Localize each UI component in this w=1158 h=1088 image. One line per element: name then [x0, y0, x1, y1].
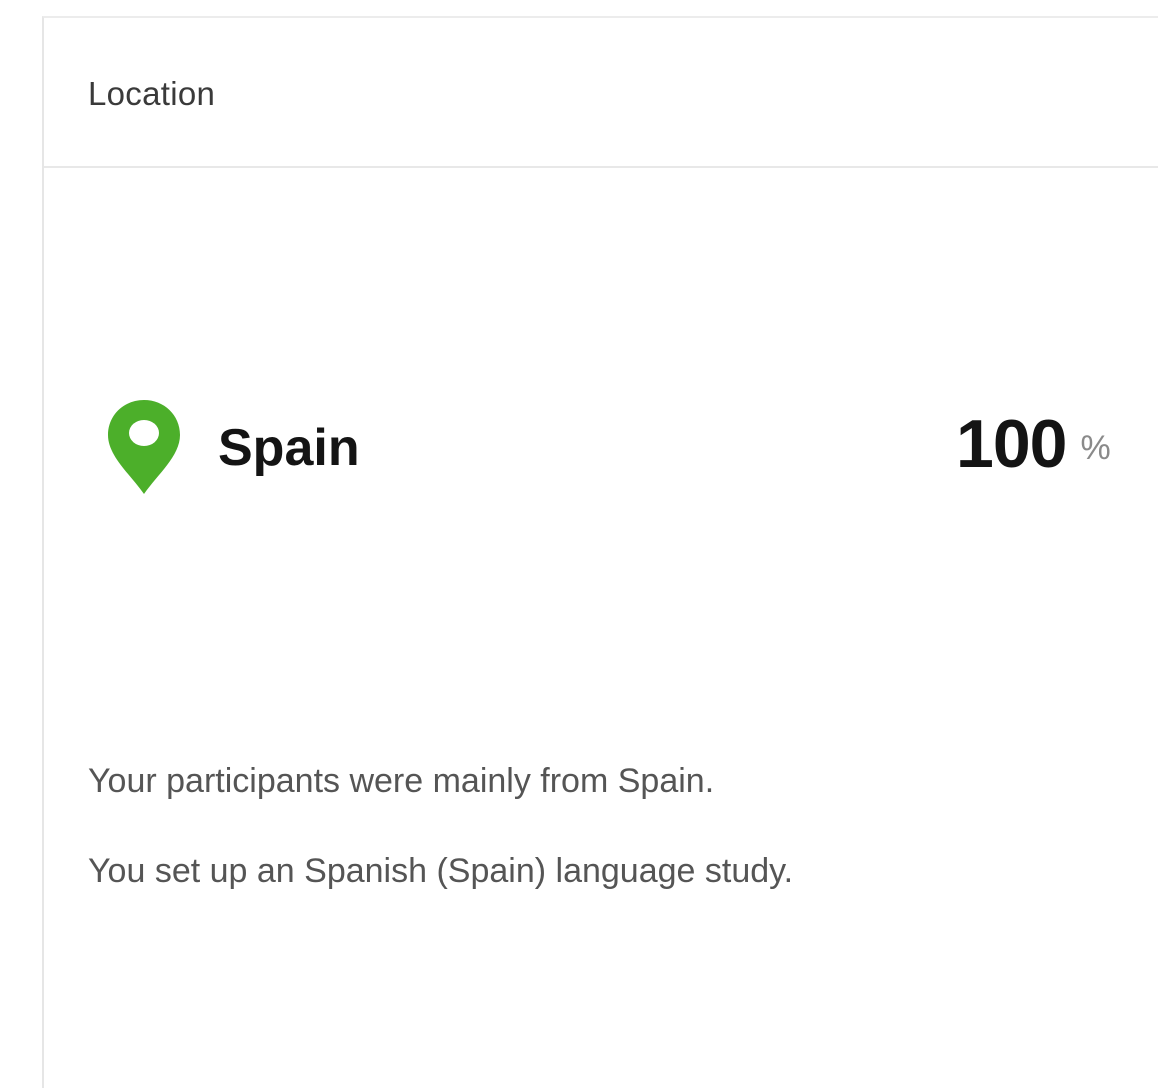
- percent-value: 100: [956, 406, 1067, 482]
- percent-unit: %: [1080, 429, 1111, 467]
- country-name: Spain: [218, 419, 360, 477]
- map-pin-icon: [108, 400, 180, 494]
- summary-participants: Your participants were mainly from Spain…: [88, 762, 715, 800]
- location-card: Location Spain 100% Your participants we…: [42, 16, 1158, 1088]
- summary-language: You set up an Spanish (Spain) language s…: [88, 852, 794, 890]
- location-row: Spain 100%: [44, 394, 1158, 504]
- card-header: Location: [44, 18, 1158, 168]
- percentage: 100%: [956, 404, 1111, 484]
- card-title: Location: [88, 75, 216, 112]
